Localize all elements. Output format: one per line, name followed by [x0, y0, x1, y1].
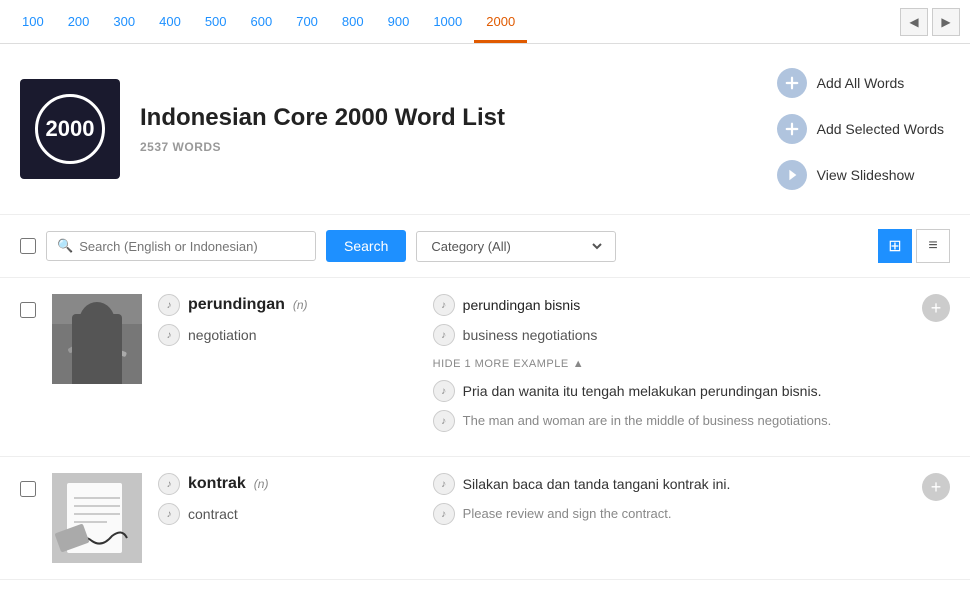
- word-2-translation-sound-button[interactable]: ♪: [158, 503, 180, 525]
- plus-icon: [785, 76, 799, 90]
- list-view-button[interactable]: ≡: [916, 229, 950, 263]
- add-all-icon: [777, 68, 807, 98]
- nav-item-2000[interactable]: 2000: [474, 0, 527, 43]
- category-select-wrapper[interactable]: Category (All) Nouns Verbs Adjectives Ad…: [416, 231, 616, 262]
- category-select[interactable]: Category (All) Nouns Verbs Adjectives Ad…: [427, 238, 605, 255]
- word-2-image-svg: [52, 473, 142, 563]
- search-input[interactable]: [79, 239, 305, 254]
- word-2-left: ♪ kontrak (n) ♪ contract: [158, 473, 417, 533]
- word-1-right-sound-button[interactable]: ♪: [433, 294, 455, 316]
- word-2-text: kontrak: [188, 475, 246, 493]
- word-2-sound-button[interactable]: ♪: [158, 473, 180, 495]
- word-2-pos: (n): [254, 477, 269, 491]
- nav-item-900[interactable]: 900: [376, 0, 422, 43]
- add-word-1-button[interactable]: +: [922, 294, 950, 322]
- word-1-left: ♪ perundingan (n) ♪ negotiation: [158, 294, 417, 354]
- select-all-checkbox[interactable]: [20, 238, 36, 254]
- word-1-right-translation-sound[interactable]: ♪: [433, 324, 455, 346]
- word-2-main-row: ♪ kontrak (n): [158, 473, 417, 495]
- word-1-right: ♪ perundingan bisnis ♪ business negotiat…: [433, 294, 950, 440]
- logo-box: 2000: [20, 79, 120, 179]
- word-2-checkbox[interactable]: [20, 481, 36, 497]
- nav-item-1000[interactable]: 1000: [421, 0, 474, 43]
- hide-example-button-1[interactable]: HIDE 1 MORE EXAMPLE ▲: [433, 358, 584, 370]
- header-section: 2000 Indonesian Core 2000 Word List 2537…: [0, 44, 970, 215]
- word-1-example-trans-sound[interactable]: ♪: [433, 410, 455, 432]
- word-1-sound-button[interactable]: ♪: [158, 294, 180, 316]
- word-2-right-translation-row: ♪ Please review and sign the contract.: [433, 503, 950, 525]
- search-input-wrapper: 🔍: [46, 231, 316, 261]
- top-nav: 100 200 300 400 500 600 700 800 900 1000…: [0, 0, 970, 44]
- word-1-image: [52, 294, 142, 384]
- nav-next-button[interactable]: ▶: [932, 8, 960, 36]
- add-selected-label: Add Selected Words: [817, 121, 944, 137]
- nav-item-700[interactable]: 700: [284, 0, 330, 43]
- plus-selected-icon: [785, 122, 799, 136]
- add-all-label: Add All Words: [817, 75, 905, 91]
- search-icon: 🔍: [57, 238, 73, 254]
- word-2-translation-row: ♪ contract: [158, 503, 417, 525]
- nav-arrows: ◀ ▶: [900, 8, 960, 36]
- hide-example-label-1: HIDE 1 MORE EXAMPLE: [433, 358, 569, 370]
- add-selected-words-button[interactable]: Add Selected Words: [771, 110, 950, 148]
- word-1-right-translation: business negotiations: [463, 327, 598, 343]
- word-1-translation: negotiation: [188, 327, 257, 343]
- nav-item-300[interactable]: 300: [101, 0, 147, 43]
- word-1-example-sentence: Pria dan wanita itu tengah melakukan per…: [463, 381, 822, 402]
- word-2-right-translation-sound[interactable]: ♪: [433, 503, 455, 525]
- word-2-right-main-row: ♪ Silakan baca dan tanda tangani kontrak…: [433, 473, 950, 495]
- word-2-right-translation: Please review and sign the contract.: [463, 504, 672, 524]
- grid-view-button[interactable]: ⊞: [878, 229, 912, 263]
- word-1-example-translation: The man and woman are in the middle of b…: [463, 411, 832, 431]
- nav-item-500[interactable]: 500: [193, 0, 239, 43]
- logo-number: 2000: [35, 94, 105, 164]
- add-all-words-button[interactable]: Add All Words: [771, 64, 950, 102]
- view-slideshow-button[interactable]: View Slideshow: [771, 156, 950, 194]
- word-2-image: [52, 473, 142, 563]
- word-1-example-row: ♪ Pria dan wanita itu tengah melakukan p…: [433, 380, 950, 402]
- word-1-pos: (n): [293, 298, 308, 312]
- nav-item-200[interactable]: 200: [56, 0, 102, 43]
- word-entry-1: ♪ perundingan (n) ♪ negotiation ♪ perund…: [0, 278, 970, 457]
- chevron-up-icon-1: ▲: [573, 358, 584, 370]
- word-1-example-translation-row: ♪ The man and woman are in the middle of…: [433, 410, 950, 432]
- search-bar: 🔍 Search Category (All) Nouns Verbs Adje…: [0, 215, 970, 278]
- word-1-translation-sound-button[interactable]: ♪: [158, 324, 180, 346]
- header-actions: Add All Words Add Selected Words View Sl…: [771, 64, 950, 194]
- word-1-checkbox[interactable]: [20, 302, 36, 318]
- word-1-main-row: ♪ perundingan (n): [158, 294, 417, 316]
- word-1-image-svg: [52, 294, 142, 384]
- page-title: Indonesian Core 2000 Word List: [140, 104, 751, 132]
- nav-item-600[interactable]: 600: [239, 0, 285, 43]
- word-1-right-main-row: ♪ perundingan bisnis: [433, 294, 950, 316]
- word-1-right-phrase: perundingan bisnis: [463, 297, 581, 313]
- grid-icon: ⊞: [888, 236, 901, 256]
- word-2-example-sentence: Silakan baca dan tanda tangani kontrak i…: [463, 474, 731, 495]
- list-icon: ≡: [928, 237, 937, 255]
- word-1-text: perundingan: [188, 296, 285, 314]
- word-2-translation: contract: [188, 506, 238, 522]
- word-2-right: ♪ Silakan baca dan tanda tangani kontrak…: [433, 473, 950, 533]
- word-1-example-sound[interactable]: ♪: [433, 380, 455, 402]
- word-entry-2: ♪ kontrak (n) ♪ contract ♪ Silakan baca …: [0, 457, 970, 580]
- word-2-right-sound-button[interactable]: ♪: [433, 473, 455, 495]
- word-count: 2537 WORDS: [140, 140, 221, 154]
- play-icon: [785, 168, 799, 182]
- nav-item-800[interactable]: 800: [330, 0, 376, 43]
- add-word-2-button[interactable]: +: [922, 473, 950, 501]
- nav-prev-button[interactable]: ◀: [900, 8, 928, 36]
- header-title-area: Indonesian Core 2000 Word List 2537 WORD…: [140, 104, 751, 154]
- view-slideshow-label: View Slideshow: [817, 167, 915, 183]
- view-toggle: ⊞ ≡: [878, 229, 950, 263]
- add-selected-icon: [777, 114, 807, 144]
- search-button[interactable]: Search: [326, 230, 406, 262]
- slideshow-icon: [777, 160, 807, 190]
- nav-item-100[interactable]: 100: [10, 0, 56, 43]
- word-1-translation-row: ♪ negotiation: [158, 324, 417, 346]
- word-1-right-translation-row: ♪ business negotiations: [433, 324, 950, 346]
- nav-item-400[interactable]: 400: [147, 0, 193, 43]
